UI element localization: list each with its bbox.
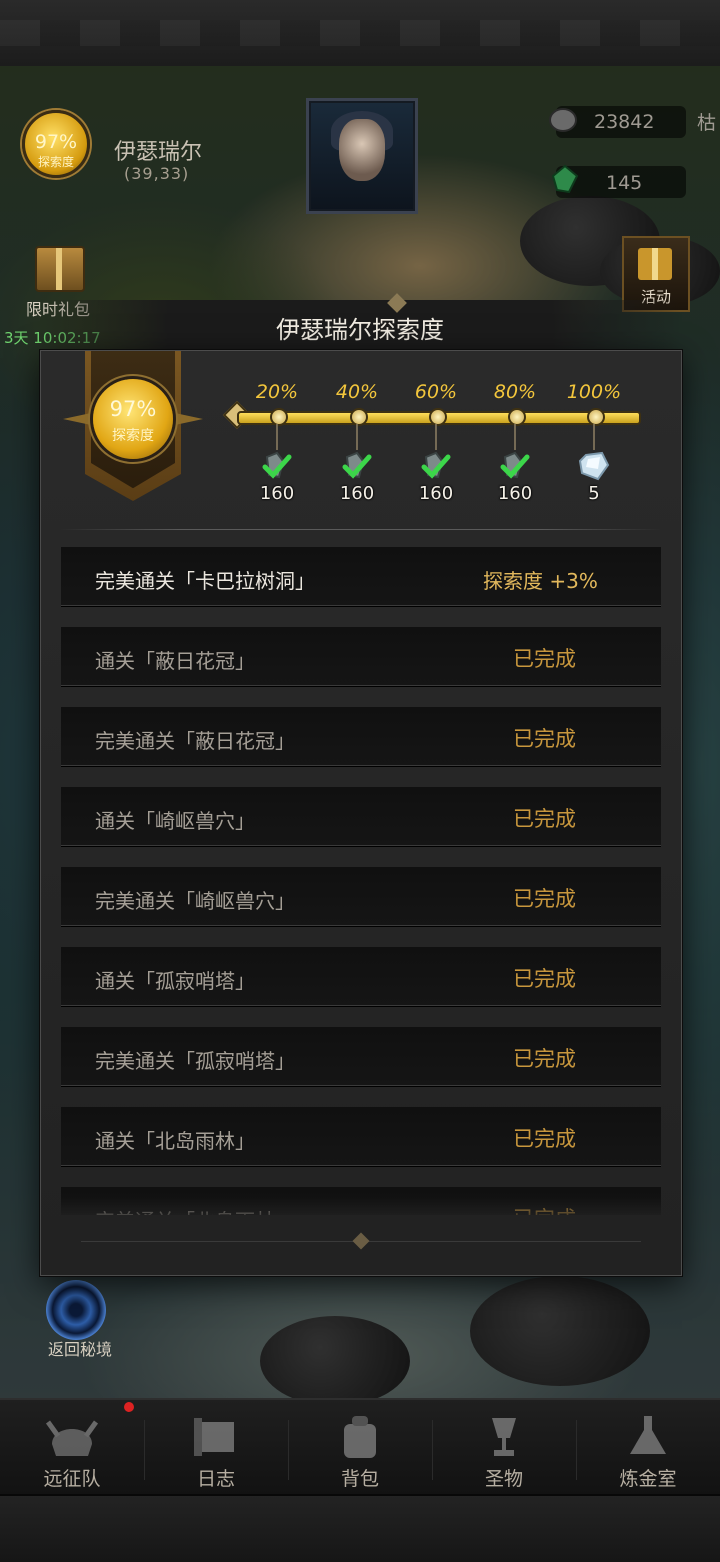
nav-item-1[interactable]: 远征队 (0, 1400, 144, 1496)
milestone-4[interactable]: 80% 160 (475, 351, 555, 504)
task-row[interactable]: 通关「崎岖兽穴」 已完成 (61, 787, 661, 846)
backpack-icon (344, 1416, 376, 1458)
notification-badge (124, 1402, 134, 1412)
alchemy-icon (630, 1416, 666, 1454)
milestone-5[interactable]: 100% 5 (554, 351, 634, 504)
task-status: 已完成 (513, 967, 576, 991)
milestone-dot (350, 408, 368, 426)
task-reward: 探索度 +3% (483, 569, 598, 593)
nav-label: 圣物 (484, 1468, 523, 1490)
chalice-icon (492, 1418, 516, 1456)
hero-face (339, 119, 385, 181)
resource-stone-suffix: 枯 (697, 112, 717, 134)
task-list[interactable]: 完美通关「卡巴拉树洞」 探索度 +3% 通关「蔽日花冠」 已完成 完美通关「蔽日花冠」已… (61, 547, 661, 1215)
modal-title: 伊瑟瑞尔探索度 (276, 316, 444, 344)
milestone-percent: 80% (493, 381, 537, 403)
task-row[interactable]: 通关「北岛雨林」 已完成 (61, 1107, 661, 1166)
gift-icon (638, 248, 672, 280)
task-name: 通关「蔽日花冠」 (95, 649, 255, 673)
nav-label: 炼金室 (619, 1468, 677, 1490)
resource-gem-value: 145 (606, 172, 643, 194)
stone-icon (549, 108, 577, 132)
region-coords: (39,33) (124, 164, 190, 183)
nav-label: 日志 (196, 1468, 235, 1490)
milestone-percent: 20% (255, 381, 299, 403)
exploration-disc-icon: 97% 探索度 (22, 110, 90, 178)
milestone-dot (429, 408, 447, 426)
hud-exploration-label: 探索度 (37, 155, 74, 169)
task-name: 通关「北岛雨林」 (95, 1129, 255, 1153)
top-frame (0, 0, 720, 68)
gift-box-icon (35, 246, 85, 292)
modal-divider (61, 529, 661, 530)
milestone-dot (587, 408, 605, 426)
resource-stone-value: 23842 (594, 111, 655, 133)
task-name: 完美通关「崎岖兽穴」 (95, 889, 295, 913)
modal-title-bar: 伊瑟瑞尔探索度 (40, 293, 680, 350)
nav-label: 背包 (340, 1468, 379, 1490)
nav-label: 远征队 (43, 1468, 101, 1490)
exploration-modal: 97% 探索度 20% 160 40% 160 60% 160 80% 160 100% 5 完美… (40, 350, 682, 1276)
milestone-2[interactable]: 40% 160 (317, 351, 397, 504)
bottom-frame (0, 1494, 720, 1562)
portal-swirl-icon (46, 1280, 106, 1340)
milestone-1[interactable]: 20% 160 (237, 351, 317, 504)
milestone-count: 160 (259, 483, 295, 504)
milestone-3[interactable]: 60% 160 (396, 351, 476, 504)
diamond-crystal-icon (578, 451, 610, 481)
hud-exploration-percent: 97% (34, 131, 78, 153)
crystal-shard-icon (500, 451, 530, 479)
task-row[interactable]: 通关「蔽日花冠」 已完成 (61, 627, 661, 686)
nav-item-3[interactable]: 背包 (288, 1400, 432, 1496)
milestone-count: 160 (497, 483, 533, 504)
crystal-shard-icon (262, 451, 292, 479)
task-status: 已完成 (513, 727, 576, 751)
task-row[interactable]: 通关「孤寂哨塔」 已完成 (61, 947, 661, 1006)
green-gem-icon (551, 164, 579, 194)
exploration-banner: 97% 探索度 (63, 351, 203, 501)
nav-item-4[interactable]: 圣物 (432, 1400, 576, 1496)
task-name: 完美通关「卡巴拉树洞」 (95, 569, 315, 593)
return-portal-button[interactable]: 返回秘境 (40, 1280, 116, 1359)
crystal-shard-icon (342, 451, 372, 479)
bottom-nav: 远征队 日志 背包 圣物 炼金室 (0, 1398, 720, 1496)
task-row[interactable]: 完美通关「卡巴拉树洞」 探索度 +3% (61, 547, 661, 606)
hero-portrait[interactable] (306, 98, 418, 214)
exploration-medal-icon: 97% 探索度 (93, 379, 173, 459)
task-status: 已完成 (513, 887, 576, 911)
milestone-count: 5 (588, 483, 600, 504)
task-status: 已完成 (513, 807, 576, 831)
region-name: 伊瑟瑞尔 (114, 140, 203, 165)
milestone-count: 160 (418, 483, 454, 504)
modal-exploration-label: 探索度 (112, 428, 154, 444)
milestone-count: 160 (339, 483, 375, 504)
task-status: 已完成 (513, 1047, 576, 1071)
task-name: 完美通关「蔽日花冠」 (95, 729, 295, 753)
modal-exploration-percent: 97% (109, 397, 157, 421)
task-row[interactable]: 完美通关「孤寂哨塔」 已完成 (61, 1027, 661, 1086)
milestone-dot (508, 408, 526, 426)
task-row[interactable]: 完美通关「崎岖兽穴」 已完成 (61, 867, 661, 926)
hud-exploration-badge[interactable]: 97% 探索度 (10, 100, 94, 210)
return-portal-label: 返回秘境 (47, 1340, 112, 1359)
milestone-percent: 60% (414, 381, 458, 403)
nav-item-2[interactable]: 日志 (144, 1400, 288, 1496)
task-status: 已完成 (513, 1127, 576, 1151)
task-name: 通关「孤寂哨塔」 (95, 969, 255, 993)
task-name: 完美通关「孤寂哨塔」 (95, 1049, 295, 1073)
scroll-icon (194, 1418, 234, 1456)
task-row[interactable]: 完美通关「蔽日花冠」 已完成 (61, 707, 661, 766)
milestone-percent: 40% (335, 381, 379, 403)
helmet-icon (45, 1420, 99, 1456)
milestone-percent: 100% (566, 381, 622, 403)
task-name: 通关「崎岖兽穴」 (95, 809, 255, 833)
crystal-shard-icon (421, 451, 451, 479)
nav-item-5[interactable]: 炼金室 (576, 1400, 720, 1496)
milestone-dot (270, 408, 288, 426)
task-status: 已完成 (513, 647, 576, 671)
